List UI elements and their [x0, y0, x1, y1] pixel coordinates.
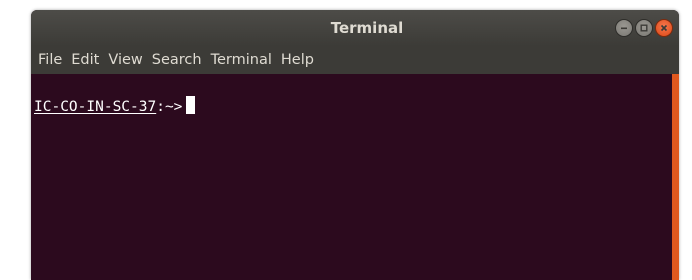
prompt-suffix: :~> — [156, 99, 183, 115]
menu-view[interactable]: View — [107, 52, 148, 68]
window-title: Terminal — [330, 19, 404, 37]
menu-bar: File Edit View Search Terminal Help — [31, 46, 679, 74]
text-cursor — [186, 96, 196, 114]
menu-help[interactable]: Help — [280, 52, 320, 68]
menu-terminal[interactable]: Terminal — [210, 52, 278, 68]
window-controls — [615, 19, 673, 37]
prompt-hostname: IC-CO-IN-SC-37 — [34, 99, 157, 115]
title-bar[interactable]: Terminal — [31, 10, 679, 46]
menu-file[interactable]: File — [37, 52, 68, 68]
terminal-window: Terminal File Edit View Search Terminal … — [31, 10, 679, 280]
minimize-icon[interactable] — [615, 19, 633, 37]
terminal-output-area[interactable]: IC-CO-IN-SC-37:~> — [31, 74, 679, 280]
menu-search[interactable]: Search — [151, 52, 208, 68]
close-icon[interactable] — [655, 19, 673, 37]
prompt-line: IC-CO-IN-SC-37:~> — [34, 96, 196, 117]
maximize-icon[interactable] — [635, 19, 653, 37]
scrollbar[interactable] — [672, 74, 679, 280]
menu-edit[interactable]: Edit — [70, 52, 105, 68]
